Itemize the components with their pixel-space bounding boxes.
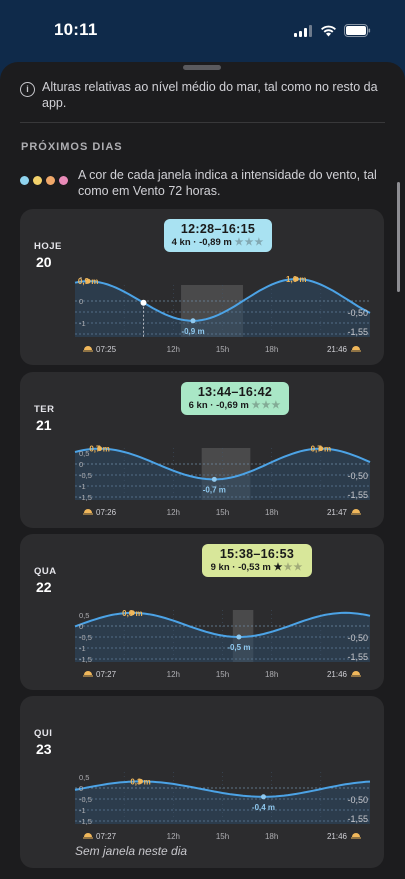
scrollbar[interactable]	[397, 182, 400, 292]
day-card-thu[interactable]: QUI 23 0,5 0 -0,5 -1 -1,5 -0,50 -1,55 0,3 m -0,4…	[20, 696, 384, 868]
sunset-time: 21:46	[327, 670, 348, 679]
wind-color-legend: A cor de cada janela indica a intensidad…	[20, 167, 385, 199]
y-axis-right-label: -0,50	[347, 633, 368, 643]
y-axis-right-label: -1,55	[347, 490, 368, 500]
y-axis-label: 0	[79, 784, 83, 793]
y-axis-label: 0,5	[79, 773, 89, 782]
tide-extreme-point	[211, 476, 217, 482]
sun-icon	[83, 509, 93, 515]
y-axis-label: -0,5	[79, 633, 92, 642]
day-card-today[interactable]: HOJE 20 12:28–16:15 4 kn · -0,89 m ★★★ 1…	[20, 209, 384, 365]
tide-extreme-label: -0,5 m	[227, 643, 250, 652]
tide-chart: 0,5 0 -0,5 -1 -1,5 -0,50 -1,55 0,3 m -0,4 m 07:27…	[74, 772, 371, 841]
x-axis-tick: 18h	[265, 670, 278, 679]
sun-icon	[351, 346, 361, 352]
tide-extreme-label: 0,7 m	[311, 445, 331, 454]
y-axis-label: 0	[79, 622, 83, 631]
sun-icon	[83, 346, 93, 352]
y-axis-label: 0,5	[79, 449, 89, 458]
sunrise-time: 07:25	[96, 345, 117, 354]
battery-icon	[344, 24, 371, 37]
y-axis-label: -1,5	[79, 493, 92, 502]
tide-extreme-label: 0,3 m	[130, 777, 150, 786]
tide-extreme-point	[236, 634, 242, 640]
legend-text: A cor de cada janela indica a intensidad…	[78, 168, 377, 198]
wifi-icon	[321, 25, 336, 36]
tide-extreme-label: -0,7 m	[203, 485, 226, 494]
status-icons	[294, 24, 371, 37]
sunset-time: 21:46	[327, 345, 348, 354]
status-time: 10:11	[54, 20, 98, 39]
y-axis-label: -1	[79, 806, 86, 815]
sheet-grabber[interactable]	[183, 65, 221, 70]
x-axis-tick: 15h	[216, 345, 229, 354]
info-note: i Alturas relativas ao nível médio do ma…	[20, 79, 385, 111]
sun-icon	[351, 833, 361, 839]
y-axis-right-label: -0,50	[347, 795, 368, 805]
y-axis-label: -1	[79, 482, 86, 491]
x-axis-tick: 12h	[167, 670, 180, 679]
tide-extreme-point	[190, 318, 196, 324]
y-axis-label: -1	[79, 644, 86, 653]
x-axis-tick: 15h	[216, 508, 229, 517]
info-icon: i	[20, 82, 35, 97]
cellular-signal-icon	[294, 24, 312, 37]
tide-extreme-point	[260, 794, 266, 800]
y-axis-label: -1	[79, 319, 86, 328]
sunrise-time: 07:27	[96, 670, 117, 679]
now-marker	[140, 299, 147, 306]
x-axis-tick: 15h	[216, 670, 229, 679]
y-axis-right-label: -1,55	[347, 652, 368, 662]
y-axis-right-label: -0,50	[347, 471, 368, 481]
y-axis-label: 0	[79, 460, 83, 469]
tide-extreme-label: 0,7 m	[89, 445, 109, 454]
no-window-text: Sem janela neste dia	[75, 844, 188, 858]
tide-chart: 10-1-0,50-1,550,9 m-0,9 m1,0 m07:25 12h 15…	[74, 275, 371, 354]
tide-windows-sheet: i Alturas relativas ao nível médio do ma…	[0, 62, 405, 879]
tide-extreme-label: -0,9 m	[181, 327, 204, 336]
y-axis-label: 0,5	[79, 611, 89, 620]
tide-chart: 0,5 0 -0,5 -1 -1,5 -0,50 -1,55 0,6 m -0,5 m 07:27…	[74, 609, 371, 679]
x-axis-tick: 12h	[167, 345, 180, 354]
x-axis-tick: 12h	[167, 508, 180, 517]
day-card-wed[interactable]: QUA 22 15:38–16:53 9 kn · -0,53 m ★★★ 0,…	[20, 534, 384, 690]
x-axis-tick: 18h	[265, 345, 278, 354]
sunrise-time: 07:26	[96, 508, 117, 517]
y-axis-right-label: -0,50	[347, 308, 368, 318]
info-text: Alturas relativas ao nível médio do mar,…	[42, 80, 378, 110]
x-axis-tick: 18h	[265, 508, 278, 517]
legend-dot	[59, 176, 68, 185]
tide-chart: 0,5 0 -0,5 -1 -1,5 -0,50 -1,55 0,7 m -0,7 m 0,7 m…	[74, 445, 371, 517]
legend-dot	[20, 176, 29, 185]
tide-extreme-label: 0,6 m	[122, 609, 142, 618]
sun-icon	[83, 671, 93, 677]
day-card-tue[interactable]: TER 21 13:44–16:42 6 kn · -0,69 m ★★★ 0,…	[20, 372, 384, 528]
sunset-time: 21:47	[327, 508, 348, 517]
tide-extreme-label: 1,0 m	[286, 275, 306, 284]
tide-extreme-label: -0,4 m	[252, 803, 275, 812]
y-axis-label: -0,5	[79, 795, 92, 804]
tide-extreme-label: 0,9 m	[78, 277, 98, 286]
divider	[20, 122, 385, 123]
x-axis-tick: 15h	[216, 832, 229, 841]
y-axis-label: -1,5	[79, 655, 92, 664]
sunset-time: 21:46	[327, 832, 348, 841]
sun-icon	[351, 671, 361, 677]
sun-icon	[83, 833, 93, 839]
y-axis-label: -0,5	[79, 471, 92, 480]
y-axis-label: -1,5	[79, 817, 92, 826]
x-axis-tick: 12h	[167, 832, 180, 841]
section-title: PRÓXIMOS DIAS	[21, 141, 123, 153]
y-axis-right-label: -1,55	[347, 814, 368, 824]
y-axis-right-label: -1,55	[347, 327, 368, 337]
sun-icon	[351, 509, 361, 515]
legend-dot	[46, 176, 55, 185]
status-bar: 10:11	[0, 0, 405, 60]
x-axis-tick: 18h	[265, 832, 278, 841]
y-axis-label: 0	[79, 297, 83, 306]
legend-dot	[33, 176, 42, 185]
sunrise-time: 07:27	[96, 832, 117, 841]
legend-color-dots	[20, 176, 68, 199]
